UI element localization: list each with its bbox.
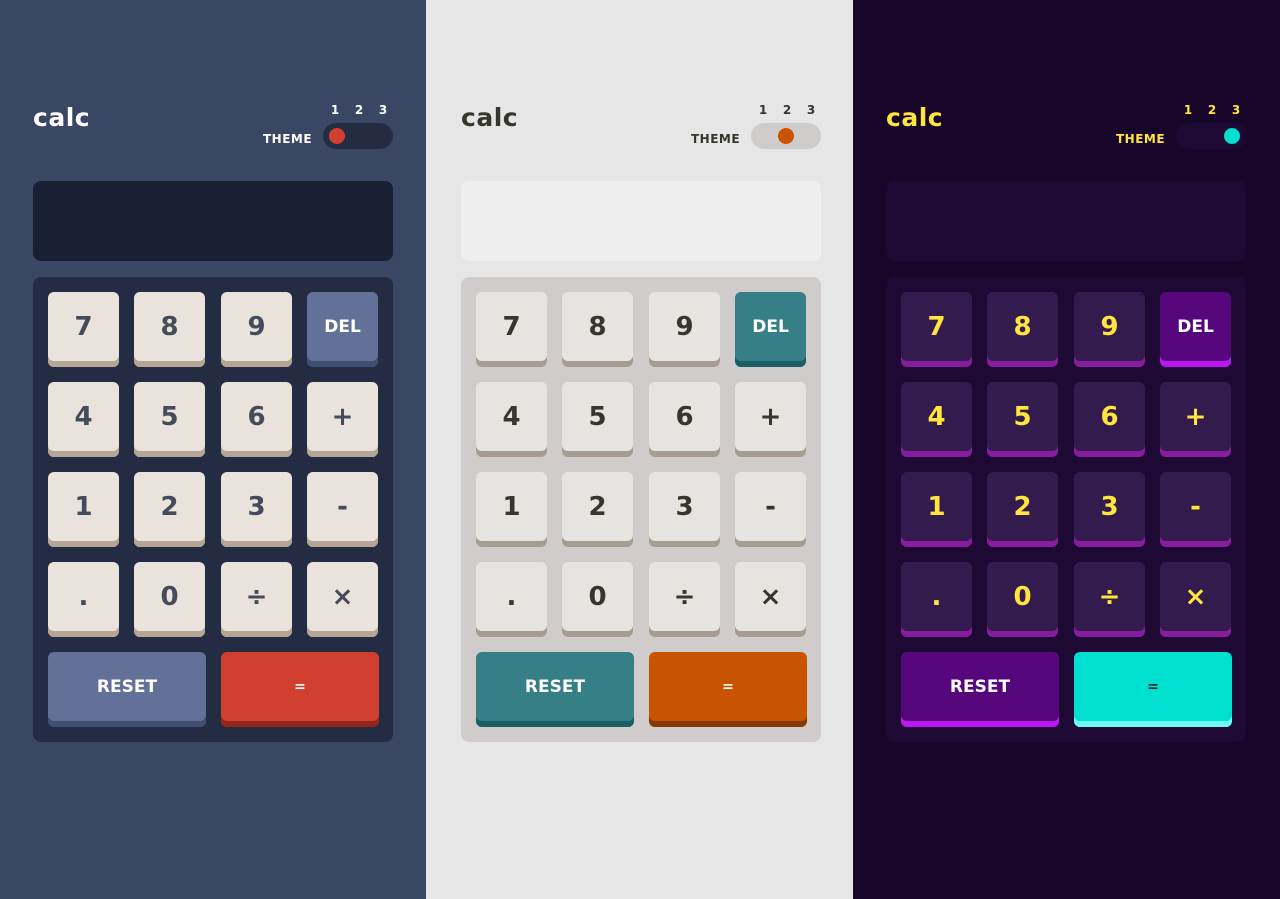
divide-button[interactable]: ÷ — [221, 562, 292, 637]
reset-button[interactable]: RESET — [48, 652, 206, 727]
theme-label: THEME — [1116, 132, 1166, 146]
theme-number-1: 1 — [1183, 103, 1193, 117]
keypad: 7 8 9 DEL 4 5 6 +1 2 3-. 0 ÷ × RESET = — [461, 277, 821, 742]
divide-button[interactable]: ÷ — [649, 562, 720, 637]
theme-number-3: 3 — [378, 103, 388, 117]
calculator-theme-3: calc THEME 1 2 3 7 8 9 DEL 4 5 6 +1 2 3-. 0 ÷ × RESET = — [853, 0, 1280, 899]
key-6[interactable]: 6 — [649, 382, 720, 457]
multiply-button[interactable]: × — [1160, 562, 1231, 637]
key-0[interactable]: 0 — [987, 562, 1058, 637]
theme-previews: calc THEME 1 2 3 7 8 9 DEL 4 5 6 +1 2 3-. 0 ÷ × RESET = cal… — [0, 0, 1280, 899]
key-3[interactable]: 3 — [1074, 472, 1145, 547]
key-0[interactable]: 0 — [562, 562, 633, 637]
key-9[interactable]: 9 — [221, 292, 292, 367]
key-6[interactable]: 6 — [1074, 382, 1145, 457]
key-4[interactable]: 4 — [901, 382, 972, 457]
key-5[interactable]: 5 — [134, 382, 205, 457]
key-3[interactable]: 3 — [221, 472, 292, 547]
reset-button[interactable]: RESET — [476, 652, 634, 727]
display-screen — [33, 181, 393, 261]
key-7[interactable]: 7 — [476, 292, 547, 367]
multiply-button[interactable]: × — [307, 562, 378, 637]
key-4[interactable]: 4 — [48, 382, 119, 457]
equals-button[interactable]: = — [221, 652, 379, 727]
decimal-button[interactable]: . — [476, 562, 547, 637]
key-9[interactable]: 9 — [649, 292, 720, 367]
delete-button[interactable]: DEL — [735, 292, 806, 367]
divide-button[interactable]: ÷ — [1074, 562, 1145, 637]
key-5[interactable]: 5 — [987, 382, 1058, 457]
display-screen — [886, 181, 1246, 261]
add-button[interactable]: + — [307, 382, 378, 457]
subtract-button[interactable]: - — [735, 472, 806, 547]
theme-numbers: 123 — [323, 103, 395, 117]
calculator-theme-1: calc THEME 1 2 3 7 8 9 DEL 4 5 6 +1 2 3-. 0 ÷ × RESET = — [0, 0, 426, 899]
subtract-button[interactable]: - — [1160, 472, 1231, 547]
equals-button[interactable]: = — [649, 652, 807, 727]
key-7[interactable]: 7 — [901, 292, 972, 367]
theme-number-2: 2 — [782, 103, 792, 117]
decimal-button[interactable]: . — [901, 562, 972, 637]
theme-number-2: 2 — [354, 103, 364, 117]
theme-toggle-knob[interactable] — [778, 128, 794, 144]
key-1[interactable]: 1 — [901, 472, 972, 547]
delete-button[interactable]: DEL — [1160, 292, 1231, 367]
key-2[interactable]: 2 — [987, 472, 1058, 547]
key-8[interactable]: 8 — [987, 292, 1058, 367]
keypad: 7 8 9 DEL 4 5 6 +1 2 3-. 0 ÷ × RESET = — [33, 277, 393, 742]
key-4[interactable]: 4 — [476, 382, 547, 457]
key-2[interactable]: 2 — [134, 472, 205, 547]
delete-button[interactable]: DEL — [307, 292, 378, 367]
key-1[interactable]: 1 — [476, 472, 547, 547]
logo: calc — [886, 103, 944, 132]
theme-label: THEME — [691, 132, 741, 146]
key-5[interactable]: 5 — [562, 382, 633, 457]
theme-numbers: 123 — [751, 103, 823, 117]
key-0[interactable]: 0 — [134, 562, 205, 637]
theme-toggle-knob[interactable] — [329, 128, 345, 144]
reset-button[interactable]: RESET — [901, 652, 1059, 727]
theme-number-3: 3 — [1231, 103, 1241, 117]
display-screen — [461, 181, 821, 261]
subtract-button[interactable]: - — [307, 472, 378, 547]
key-7[interactable]: 7 — [48, 292, 119, 367]
key-2[interactable]: 2 — [562, 472, 633, 547]
logo: calc — [461, 103, 519, 132]
key-1[interactable]: 1 — [48, 472, 119, 547]
logo: calc — [33, 103, 91, 132]
key-8[interactable]: 8 — [134, 292, 205, 367]
add-button[interactable]: + — [735, 382, 806, 457]
key-8[interactable]: 8 — [562, 292, 633, 367]
theme-toggle[interactable] — [751, 123, 821, 149]
equals-button[interactable]: = — [1074, 652, 1232, 727]
keypad: 7 8 9 DEL 4 5 6 +1 2 3-. 0 ÷ × RESET = — [886, 277, 1246, 742]
theme-number-2: 2 — [1207, 103, 1217, 117]
key-9[interactable]: 9 — [1074, 292, 1145, 367]
add-button[interactable]: + — [1160, 382, 1231, 457]
theme-toggle[interactable] — [323, 123, 393, 149]
theme-number-3: 3 — [806, 103, 816, 117]
theme-label: THEME — [263, 132, 313, 146]
multiply-button[interactable]: × — [735, 562, 806, 637]
decimal-button[interactable]: . — [48, 562, 119, 637]
theme-toggle-knob[interactable] — [1224, 128, 1240, 144]
key-3[interactable]: 3 — [649, 472, 720, 547]
key-6[interactable]: 6 — [221, 382, 292, 457]
theme-number-1: 1 — [758, 103, 768, 117]
theme-number-1: 1 — [330, 103, 340, 117]
calculator-theme-2: calc THEME 1 2 3 7 8 9 DEL 4 5 6 +1 2 3-. 0 ÷ × RESET = — [426, 0, 853, 899]
theme-numbers: 123 — [1176, 103, 1248, 117]
theme-toggle[interactable] — [1176, 123, 1246, 149]
